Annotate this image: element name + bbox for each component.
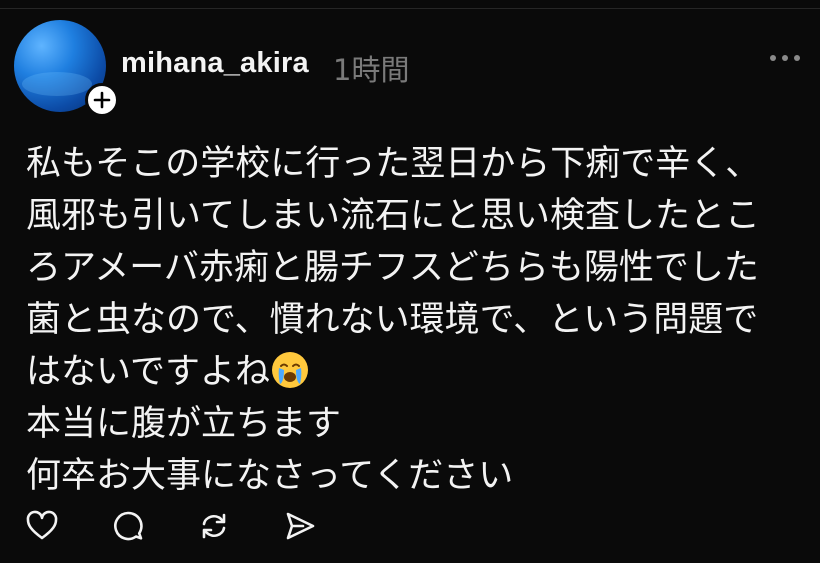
- more-options-icon[interactable]: [770, 55, 800, 61]
- heart-icon[interactable]: [24, 508, 60, 544]
- post-line: 何卒お大事になさってください: [26, 456, 514, 496]
- comment-icon[interactable]: [110, 508, 146, 544]
- post-line: 本当に腹が立ちます: [26, 404, 342, 444]
- username[interactable]: mihana_akira: [121, 47, 309, 80]
- top-divider: [0, 0, 820, 9]
- post-timestamp: 1時間: [333, 53, 410, 87]
- crying-face-icon: [271, 352, 308, 388]
- post-line: はないですよね: [26, 352, 270, 392]
- post-line: 菌と虫なので、慣れない環境で、という問題で: [26, 300, 759, 340]
- share-icon[interactable]: [282, 508, 318, 544]
- follow-plus-icon[interactable]: [85, 83, 119, 117]
- post-line-with-emoji: はないですよね: [26, 346, 806, 398]
- post-body: 私もそこの学校に行った翌日から下痢で辛く、 風邪も引いてしまい流石にと思い検査し…: [26, 138, 806, 502]
- post-actions: [24, 508, 318, 544]
- repost-icon[interactable]: [196, 508, 232, 544]
- post-line: ろアメーバ赤痢と腸チフスどちらも陽性でした: [26, 248, 759, 288]
- avatar-container[interactable]: [14, 20, 119, 117]
- post-line: 風邪も引いてしまい流石にと思い検査したとこ: [26, 196, 760, 236]
- post-line: 私もそこの学校に行った翌日から下痢で辛く、: [26, 144, 761, 184]
